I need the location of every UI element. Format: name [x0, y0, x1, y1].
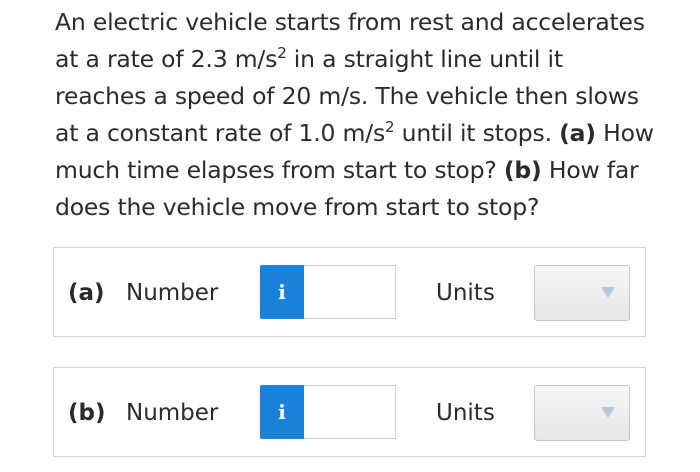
question-line-text: much time elapses from start to stop?: [55, 156, 504, 184]
units-label: Units: [436, 280, 495, 306]
question-line: at a constant rate of 1.0 m/s2 until it …: [55, 115, 665, 152]
question-line-text: An electric vehicle starts from rest and…: [55, 8, 645, 36]
answer-row-a: (a) Number i Units: [53, 247, 646, 337]
exponent: 2: [277, 44, 287, 62]
number-label: Number: [126, 280, 219, 306]
units-label: Units: [436, 400, 495, 426]
question-line: does the vehicle move from start to stop…: [55, 189, 665, 226]
question-line: An electric vehicle starts from rest and…: [55, 4, 665, 41]
question-line: at a rate of 2.3 m/s2 in a straight line…: [55, 41, 665, 78]
question-line-text: does the vehicle move from start to stop…: [55, 193, 540, 221]
number-input-b[interactable]: [304, 385, 396, 439]
question-line: much time elapses from start to stop? (b…: [55, 152, 665, 189]
question-line-text: How: [595, 119, 654, 147]
question-text: An electric vehicle starts from rest and…: [55, 4, 665, 226]
question-line-text: How far: [541, 156, 639, 184]
exponent: 2: [385, 118, 395, 136]
question-line-text: in a straight line until it: [286, 45, 563, 73]
info-icon[interactable]: i: [260, 385, 304, 439]
answer-row-b: (b) Number i Units: [53, 367, 646, 457]
number-input-a[interactable]: [304, 265, 396, 319]
part-label: (a): [68, 280, 105, 306]
part-a-marker: (a): [559, 119, 596, 147]
question-line-text: at a rate of 2.3 m/s: [55, 45, 278, 73]
chevron-down-icon: [601, 407, 615, 418]
units-dropdown-a[interactable]: [534, 265, 630, 321]
units-dropdown-b[interactable]: [534, 385, 630, 441]
question-line-text: until it stops.: [394, 119, 560, 147]
number-label: Number: [126, 400, 219, 426]
part-label: (b): [68, 400, 106, 426]
question-line: reaches a speed of 20 m/s. The vehicle t…: [55, 78, 665, 115]
info-icon[interactable]: i: [260, 265, 304, 319]
question-line-text: reaches a speed of 20 m/s. The vehicle t…: [55, 82, 639, 110]
question-line-text: at a constant rate of 1.0 m/s: [55, 119, 386, 147]
chevron-down-icon: [601, 287, 615, 298]
part-b-marker: (b): [503, 156, 542, 184]
